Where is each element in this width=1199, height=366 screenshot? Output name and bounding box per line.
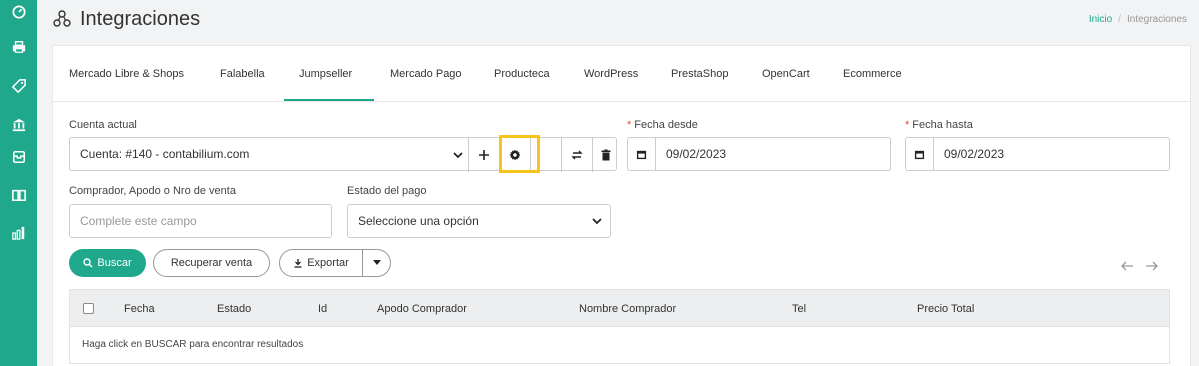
fecha-hasta-value[interactable]: 09/02/2023	[934, 147, 1004, 161]
tab-prestashop[interactable]: PrestaShop	[671, 68, 728, 80]
exportar-split-button: Exportar	[279, 249, 391, 277]
tab-mercado-pago[interactable]: Mercado Pago	[390, 68, 462, 80]
column-fecha[interactable]: Fecha	[124, 303, 155, 315]
buscar-label: Buscar	[97, 257, 132, 269]
comprador-placeholder: Complete este campo	[80, 214, 197, 228]
column-id[interactable]: Id	[318, 303, 327, 315]
tab-jumpseller[interactable]: Jumpseller	[299, 68, 352, 80]
bank-icon[interactable]	[0, 113, 37, 137]
tab-ecommerce[interactable]: Ecommerce	[843, 68, 902, 80]
download-icon	[294, 259, 302, 268]
calendar-icon	[906, 138, 934, 170]
breadcrumb-current: Integraciones	[1126, 14, 1187, 25]
sync-button[interactable]	[561, 138, 591, 172]
page-header: Integraciones	[52, 6, 200, 32]
column-nombre-comprador[interactable]: Nombre Comprador	[579, 303, 676, 315]
fecha-hasta-field[interactable]: 09/02/2023	[905, 137, 1170, 171]
arrow-right-icon[interactable]	[1145, 259, 1159, 273]
cuenta-select[interactable]: Cuenta: #140 - contabilium.com	[70, 147, 249, 161]
sidebar	[0, 0, 37, 366]
results-table-empty-row: Haga click en BUSCAR para encontrar resu…	[69, 327, 1170, 364]
fecha-desde-label: * Fecha desde	[627, 119, 698, 131]
repeat-icon	[570, 150, 583, 160]
estado-select[interactable]: Seleccione una opción	[347, 204, 611, 238]
plus-icon	[478, 150, 489, 160]
estado-select-value: Seleccione una opción	[358, 214, 479, 228]
tab-wordpress[interactable]: WordPress	[584, 68, 638, 80]
chevron-down-icon	[592, 218, 602, 225]
bar-chart-icon[interactable]	[0, 221, 37, 245]
page-title: Integraciones	[80, 7, 201, 30]
breadcrumb-home-link[interactable]: Inicio	[1089, 14, 1112, 25]
column-tel[interactable]: Tel	[792, 303, 806, 315]
select-all-checkbox[interactable]	[83, 303, 94, 314]
cuenta-label: Cuenta actual	[69, 119, 137, 131]
tab-falabella[interactable]: Falabella	[220, 68, 265, 80]
trash-icon	[601, 149, 610, 161]
breadcrumb: Inicio / Integraciones	[1089, 14, 1187, 25]
buscar-button[interactable]: Buscar	[69, 249, 146, 277]
chevron-down-icon[interactable]	[453, 150, 463, 160]
comprador-input[interactable]: Complete este campo	[69, 204, 332, 238]
dashboard-icon[interactable]	[0, 0, 37, 24]
comprador-label: Comprador, Apodo o Nro de venta	[69, 185, 236, 197]
tag-icon[interactable]	[0, 74, 37, 98]
fecha-desde-field[interactable]: 09/02/2023	[627, 137, 891, 171]
add-account-button[interactable]	[468, 138, 498, 172]
results-table-header: Fecha Estado Id Apodo Comprador Nombre C…	[69, 289, 1170, 327]
tab-producteca[interactable]: Producteca	[494, 68, 550, 80]
estado-label: Estado del pago	[347, 185, 427, 197]
integration-tabs: Mercado Libre & Shops Falabella Jumpsell…	[53, 46, 1190, 102]
exportar-dropdown-toggle[interactable]	[363, 250, 391, 276]
calendar-icon	[628, 138, 656, 170]
integrations-card: Mercado Libre & Shops Falabella Jumpsell…	[52, 45, 1191, 366]
exportar-button[interactable]: Exportar	[280, 250, 362, 276]
arrow-left-icon[interactable]	[1120, 259, 1134, 273]
book-icon[interactable]	[0, 183, 37, 207]
column-apodo-comprador[interactable]: Apodo Comprador	[377, 303, 467, 315]
recuperar-venta-label: Recuperar venta	[170, 257, 253, 269]
recuperar-venta-button[interactable]: Recuperar venta	[153, 249, 270, 277]
integrations-icon	[53, 10, 71, 27]
inbox-icon[interactable]	[0, 145, 37, 169]
caret-down-icon	[373, 260, 381, 265]
fecha-hasta-label: * Fecha hasta	[905, 119, 973, 131]
delete-button[interactable]	[592, 138, 618, 172]
exportar-label: Exportar	[307, 257, 349, 269]
column-estado[interactable]: Estado	[217, 303, 251, 315]
settings-highlight	[499, 135, 540, 173]
empty-message: Haga click en BUSCAR para encontrar resu…	[82, 339, 304, 350]
column-precio-total[interactable]: Precio Total	[917, 303, 974, 315]
tab-mercado-libre[interactable]: Mercado Libre & Shops	[69, 68, 184, 80]
active-tab-indicator	[284, 99, 374, 101]
fecha-desde-value[interactable]: 09/02/2023	[656, 147, 726, 161]
printer-icon[interactable]	[0, 35, 37, 59]
search-icon	[83, 258, 93, 268]
tab-opencart[interactable]: OpenCart	[762, 68, 810, 80]
breadcrumb-separator: /	[1118, 14, 1121, 25]
